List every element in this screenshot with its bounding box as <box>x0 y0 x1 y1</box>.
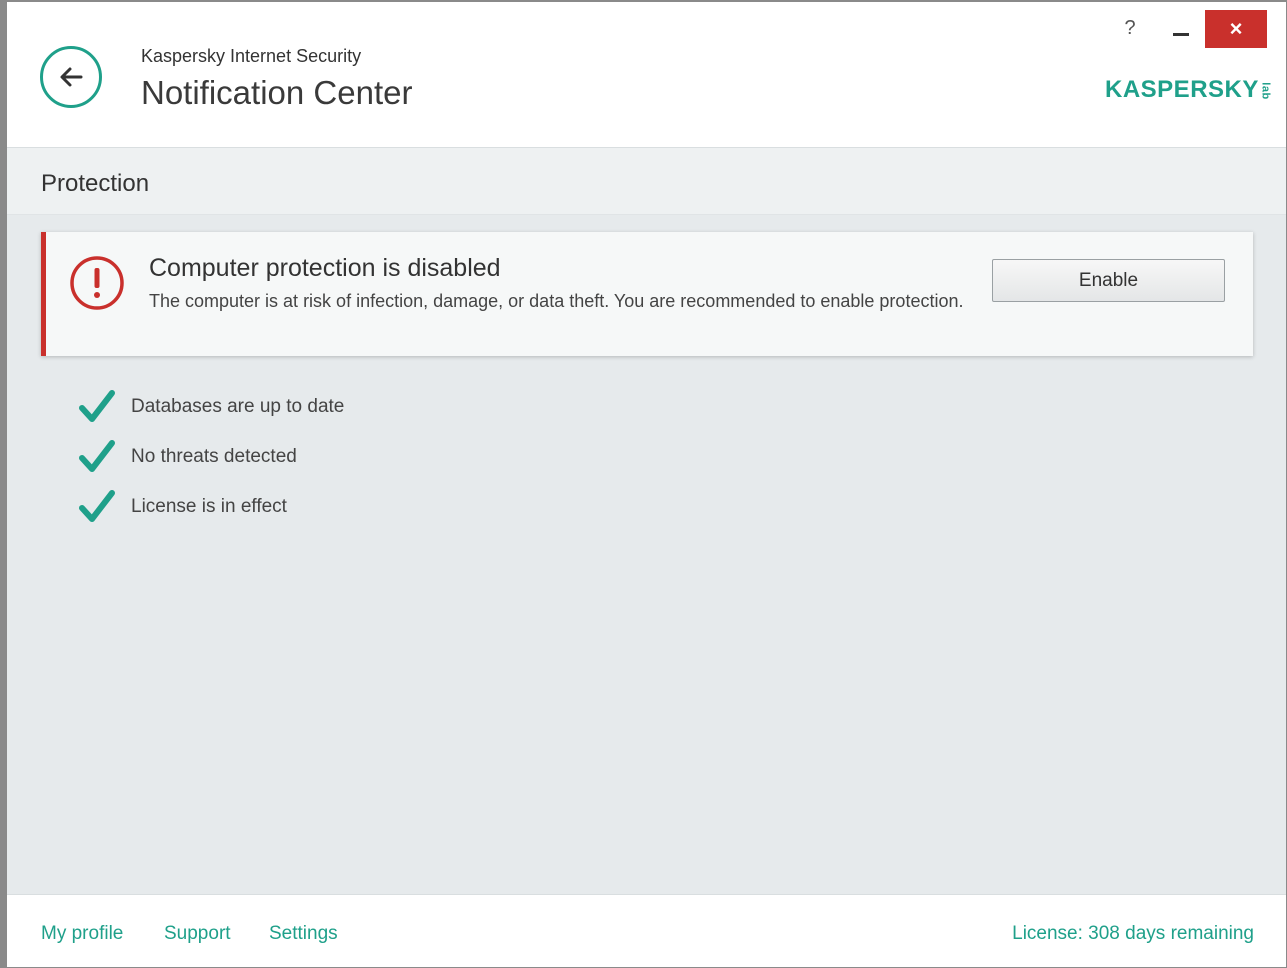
support-link[interactable]: Support <box>164 923 231 945</box>
close-button[interactable]: × <box>1205 10 1267 48</box>
help-button[interactable]: ? <box>1111 8 1149 48</box>
app-name: Kaspersky Internet Security <box>141 46 362 66</box>
settings-link[interactable]: Settings <box>269 923 338 945</box>
alert-title: Computer protection is disabled <box>149 254 501 282</box>
warning-icon <box>70 256 124 310</box>
status-label: License is in effect <box>131 496 287 517</box>
status-item: License is in effect <box>79 482 344 532</box>
section-bar: Protection <box>7 148 1286 215</box>
status-list: Databases are up to date No threats dete… <box>79 382 344 532</box>
protection-alert: Computer protection is disabled The comp… <box>41 232 1253 356</box>
status-item: Databases are up to date <box>79 382 344 432</box>
back-button[interactable] <box>40 46 102 108</box>
footer: My profile Support Settings License: 308… <box>7 894 1286 967</box>
kaspersky-logo: KASPERSKYlab <box>1105 76 1274 104</box>
app-window: Kaspersky Internet Security Notification… <box>0 0 1287 968</box>
my-profile-link[interactable]: My profile <box>41 923 123 945</box>
minimize-button[interactable] <box>1161 8 1201 48</box>
license-status[interactable]: License: 308 days remaining <box>1012 923 1254 945</box>
status-label: No threats detected <box>131 446 297 467</box>
alert-description: The computer is at risk of infection, da… <box>149 291 964 311</box>
checkmark-icon <box>79 440 115 472</box>
checkmark-icon <box>79 490 115 522</box>
checkmark-icon <box>79 390 115 422</box>
logo-suffix: lab <box>1259 81 1272 100</box>
header: Kaspersky Internet Security Notification… <box>7 2 1286 148</box>
back-arrow-icon <box>60 67 83 87</box>
minimize-icon <box>1173 32 1189 36</box>
section-title: Protection <box>41 170 150 197</box>
status-label: Databases are up to date <box>131 396 345 417</box>
logo-text: KASPERSKY <box>1105 76 1259 103</box>
status-item: No threats detected <box>79 432 344 482</box>
page-title: Notification Center <box>141 74 413 111</box>
enable-button[interactable]: Enable <box>992 259 1225 302</box>
